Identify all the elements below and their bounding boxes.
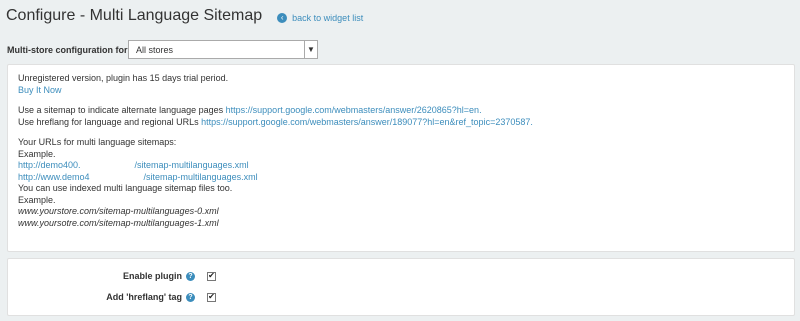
add-hreflang-label: Add 'hreflang' tag (106, 292, 182, 302)
urls-heading: Your URLs for multi language sitemaps: (18, 137, 177, 147)
indexed-sitemap-example-2: www.yoursotre.com/sitemap-multilanguages… (18, 217, 219, 228)
info-panel: Unregistered version, plugin has 15 days… (7, 64, 795, 252)
indexed-sitemap-text: You can use indexed multi language sitem… (18, 183, 233, 193)
hreflang-help-link[interactable]: https://support.google.com/webmasters/an… (201, 117, 533, 127)
multi-store-config-row: Multi-store configuration for All stores… (7, 40, 318, 59)
example-label: Example. (18, 148, 56, 159)
enable-plugin-label: Enable plugin (122, 271, 182, 281)
store-select[interactable]: All stores ▼ (128, 40, 318, 59)
back-link-label: back to widget list (292, 13, 364, 23)
chevron-down-icon[interactable]: ▼ (304, 41, 317, 58)
enable-plugin-row: Enable plugin ? ✔ (8, 271, 216, 281)
trial-notice: Unregistered version, plugin has 15 days… (18, 73, 229, 83)
hreflang-info-text: Use hreflang for language and regional U… (18, 116, 199, 127)
sitemap-help-link[interactable]: https://support.google.com/webmasters/an… (226, 105, 482, 115)
arrow-left-circle-icon: ‹ (277, 13, 288, 23)
hreflang-info-line: Use hreflang for language and regional U… (18, 117, 784, 129)
back-to-widget-list-link[interactable]: ‹ back to widget list (277, 13, 363, 23)
question-circle-icon[interactable]: ? (186, 271, 195, 281)
indexed-sitemap-example-1: www.yourstore.com/sitemap-multilanguages… (18, 206, 219, 216)
example-label-2: Example. (18, 194, 56, 205)
page-title: Configure - Multi Language Sitemap (6, 7, 263, 24)
store-select-value: All stores (136, 44, 174, 55)
add-hreflang-checkbox[interactable]: ✔ (207, 292, 216, 302)
page-header: Configure - Multi Language Sitemap ‹ bac… (6, 7, 363, 25)
options-panel: Enable plugin ? ✔ Add 'hreflang' tag ? ✔ (7, 258, 795, 316)
multi-store-label: Multi-store configuration for (7, 44, 128, 55)
enable-plugin-checkbox[interactable]: ✔ (207, 271, 216, 281)
question-circle-icon[interactable]: ? (186, 292, 195, 302)
sitemap-info-line: Use a sitemap to indicate alternate lang… (18, 105, 784, 117)
buy-it-now-link[interactable]: Buy It Now (18, 85, 784, 97)
sitemap-info-text: Use a sitemap to indicate alternate lang… (18, 105, 224, 115)
sitemap-url-2[interactable]: http://www.demo4 /sitemap-multilanguages… (18, 172, 784, 184)
add-hreflang-row: Add 'hreflang' tag ? ✔ (8, 292, 216, 302)
sitemap-url-1[interactable]: http://demo400. /sitemap-multilanguages.… (18, 160, 784, 172)
